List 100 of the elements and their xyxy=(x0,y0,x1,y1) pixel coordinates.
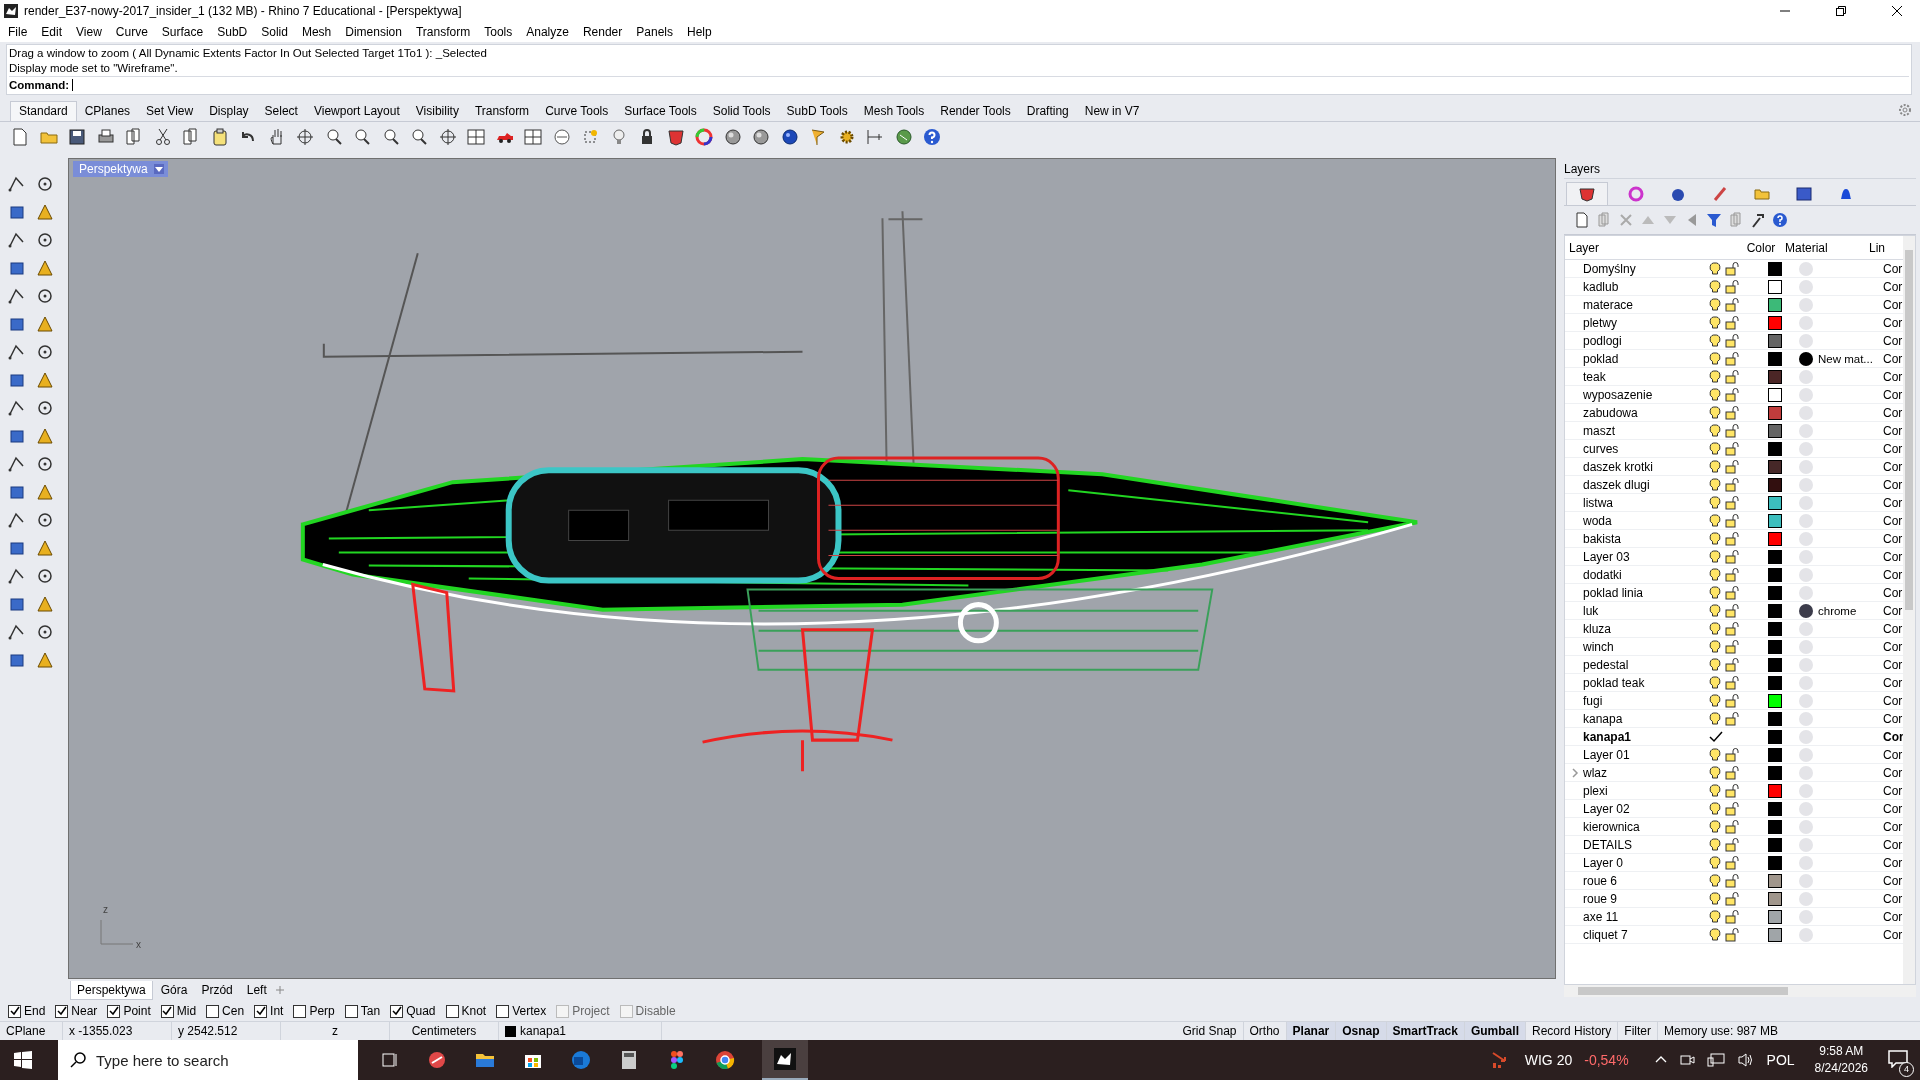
osnap-checkbox[interactable] xyxy=(55,1004,69,1018)
open-padlock-icon[interactable] xyxy=(1725,297,1739,312)
layer-name[interactable]: plexi xyxy=(1583,783,1608,798)
lightbulb-icon[interactable] xyxy=(1709,675,1721,690)
color-swatch[interactable] xyxy=(1768,909,1782,924)
lightbulb-icon[interactable] xyxy=(1709,513,1721,528)
color-swatch[interactable] xyxy=(1768,747,1782,762)
material-name[interactable]: chrome xyxy=(1818,604,1857,617)
notification-icon[interactable] xyxy=(1888,1049,1908,1068)
lightbulb-icon[interactable] xyxy=(1709,585,1721,600)
column-header[interactable]: Material xyxy=(1785,240,1869,255)
speaker-icon[interactable] xyxy=(1736,1052,1755,1068)
open-padlock-icon[interactable] xyxy=(1725,279,1739,294)
linetype-cell[interactable]: Cor xyxy=(1883,549,1903,564)
layer-name[interactable]: roue 9 xyxy=(1583,891,1618,906)
material-dot[interactable] xyxy=(1799,657,1813,672)
layer-name[interactable]: Layer 01 xyxy=(1583,747,1630,762)
open-padlock-icon[interactable] xyxy=(1725,387,1739,402)
material-dot[interactable] xyxy=(1799,459,1813,474)
open-padlock-icon[interactable] xyxy=(1725,765,1739,780)
open-padlock-icon[interactable] xyxy=(1725,909,1739,924)
toolbar-tab[interactable]: SubD Tools xyxy=(778,102,856,121)
linetype-cell[interactable]: Cor xyxy=(1883,405,1903,420)
linetype-cell[interactable]: Cor xyxy=(1883,909,1903,924)
material-dot[interactable] xyxy=(1799,567,1813,582)
open-padlock-icon[interactable] xyxy=(1725,315,1739,330)
layer-name[interactable]: bakista xyxy=(1583,531,1622,546)
osnap-label[interactable]: Point xyxy=(123,1004,151,1018)
material-dot[interactable] xyxy=(1799,855,1813,870)
menu-item[interactable]: Tools xyxy=(484,25,513,39)
linetype-cell[interactable]: Cor xyxy=(1883,891,1903,906)
layer-name[interactable]: axe 11 xyxy=(1583,909,1619,924)
linetype-cell[interactable]: Cor xyxy=(1883,837,1903,852)
color-swatch[interactable] xyxy=(1768,729,1782,744)
toolbar-tab[interactable]: Render Tools xyxy=(932,102,1019,121)
lightbulb-icon[interactable] xyxy=(1709,549,1721,564)
color-swatch[interactable] xyxy=(1768,765,1782,780)
status-toggle[interactable]: Osnap xyxy=(1336,1022,1387,1040)
lightbulb-icon[interactable] xyxy=(1709,819,1721,834)
material-dot[interactable] xyxy=(1799,747,1813,762)
menu-item[interactable]: Render xyxy=(582,25,623,39)
lightbulb-icon[interactable] xyxy=(1709,909,1721,924)
material-dot[interactable] xyxy=(1799,837,1813,852)
lightbulb-icon[interactable] xyxy=(1709,603,1721,618)
material-dot[interactable] xyxy=(1799,639,1813,654)
linetype-cell[interactable]: Cor xyxy=(1883,423,1903,438)
osnap-label[interactable]: Cen xyxy=(222,1004,245,1018)
toolbar-tab[interactable]: Surface Tools xyxy=(616,102,705,121)
layer-name[interactable]: curves xyxy=(1583,441,1619,456)
lightbulb-icon[interactable] xyxy=(1709,477,1721,492)
viewport[interactable]: Perspektywa z x xyxy=(68,158,1556,979)
layer-name[interactable]: dodatki xyxy=(1583,567,1622,582)
material-dot[interactable] xyxy=(1799,711,1813,726)
help-icon[interactable] xyxy=(922,127,942,147)
linetype-cell[interactable]: Cor xyxy=(1883,675,1903,690)
panel-tab[interactable] xyxy=(1566,182,1608,205)
open-padlock-icon[interactable] xyxy=(1725,639,1739,654)
material-dot[interactable] xyxy=(1799,477,1813,492)
new-layer-icon[interactable] xyxy=(1574,212,1590,228)
color-swatch[interactable] xyxy=(1768,585,1782,600)
color-swatch[interactable] xyxy=(1768,423,1782,438)
material-dot[interactable] xyxy=(1799,369,1813,384)
layer-name[interactable]: daszek dlugi xyxy=(1583,477,1650,492)
lightbulb-icon[interactable] xyxy=(1709,387,1721,402)
toolbar-tab[interactable]: Display xyxy=(201,102,257,121)
material-dot[interactable] xyxy=(1799,513,1813,528)
status-toggle[interactable]: Planar xyxy=(1286,1022,1337,1040)
material-dot[interactable] xyxy=(1799,387,1813,402)
layer-name[interactable]: Domyślny xyxy=(1583,261,1636,276)
ticker-name[interactable]: WIG 20 xyxy=(1524,1052,1573,1068)
network-icon[interactable] xyxy=(1706,1052,1725,1068)
viewport-tab[interactable]: Perspektywa xyxy=(70,980,153,1000)
layer-name[interactable]: Layer 02 xyxy=(1583,801,1630,816)
color-swatch[interactable] xyxy=(1768,855,1782,870)
toolbar-tab[interactable]: New in V7 xyxy=(1076,102,1148,121)
layer-name[interactable]: kanapa1 xyxy=(1583,729,1632,744)
osnap-label[interactable]: Tan xyxy=(360,1004,381,1018)
status-toggle[interactable]: Gumball xyxy=(1464,1022,1526,1040)
material-dot[interactable] xyxy=(1799,891,1813,906)
mail-icon[interactable] xyxy=(570,1049,592,1071)
material-dot[interactable] xyxy=(1799,315,1813,330)
open-padlock-icon[interactable] xyxy=(1725,567,1739,582)
color-swatch[interactable] xyxy=(1768,315,1782,330)
camera-icon[interactable] xyxy=(1678,1052,1695,1068)
lightbulb-icon[interactable] xyxy=(1709,855,1721,870)
help-icon[interactable] xyxy=(1772,212,1788,228)
viewport-tab[interactable]: Przód xyxy=(195,981,239,999)
color-wheel-icon[interactable] xyxy=(694,127,714,147)
material-dot[interactable] xyxy=(1799,801,1813,816)
material-dot[interactable] xyxy=(1799,531,1813,546)
linetype-cell[interactable]: Cor xyxy=(1883,621,1903,636)
material-dot[interactable] xyxy=(1799,351,1813,366)
open-padlock-icon[interactable] xyxy=(1725,459,1739,474)
linetype-cell[interactable]: Cor xyxy=(1883,477,1903,492)
menu-item[interactable]: View xyxy=(76,25,102,39)
open-padlock-icon[interactable] xyxy=(1725,351,1739,366)
menu-item[interactable]: Mesh xyxy=(301,25,332,39)
linetype-cell[interactable]: Cor xyxy=(1883,351,1903,366)
open-padlock-icon[interactable] xyxy=(1725,513,1739,528)
linetype-cell[interactable]: Cor xyxy=(1883,441,1903,456)
